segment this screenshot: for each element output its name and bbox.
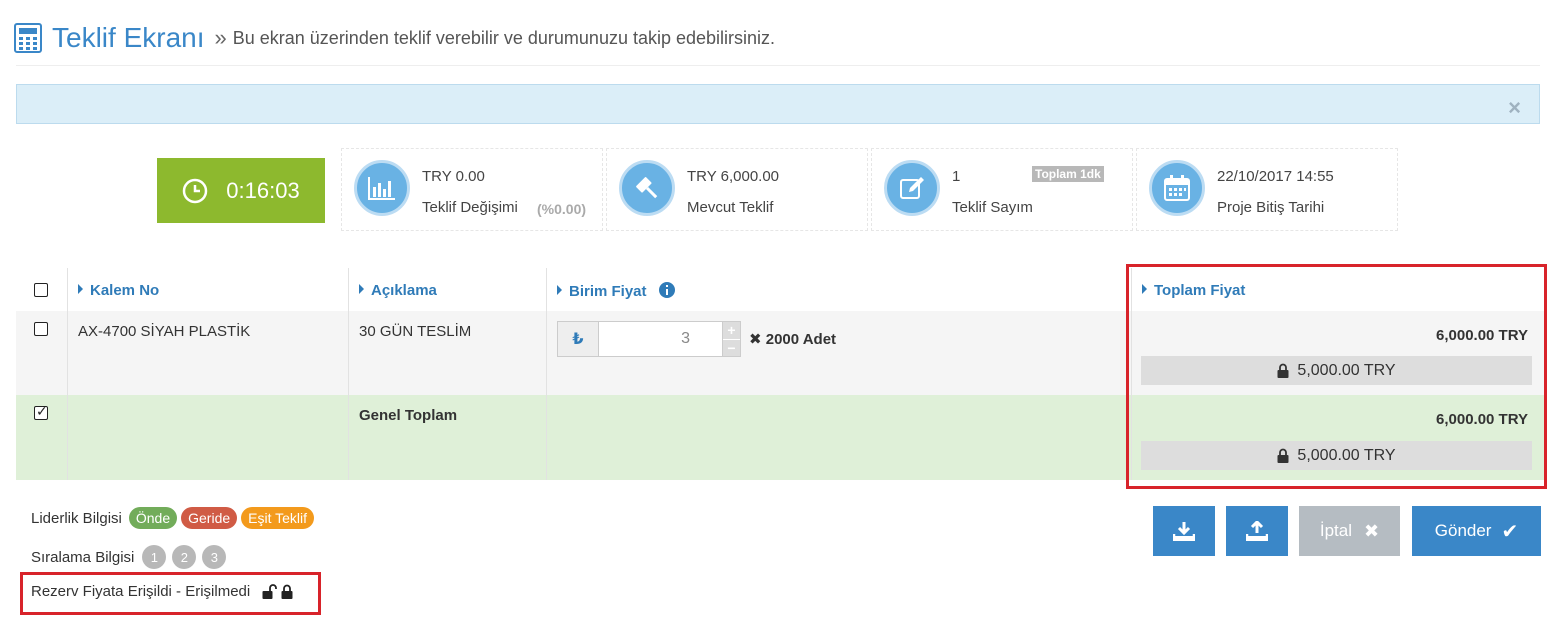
reserve-legend: Rezerv Fiyata Erişildi - Erişilmedi: [31, 583, 293, 600]
select-all-checkbox[interactable]: [34, 283, 48, 297]
timer-value: 0:16:03: [226, 177, 300, 203]
edit-icon: [884, 160, 940, 216]
countdown-timer: 0:16:03: [157, 158, 325, 223]
lira-icon: ₺: [557, 321, 599, 357]
page-header: Teklif Ekranı » Bu ekran üzerinden tekli…: [14, 18, 775, 58]
reserve-price-bar: 5,000.00 TRY: [1141, 356, 1532, 385]
stat-tag: Toplam 1dk: [1032, 166, 1104, 182]
bar-chart-icon: [354, 160, 410, 216]
lock-icon: [1277, 448, 1289, 463]
stat-value: TRY 0.00: [422, 168, 485, 185]
info-icon[interactable]: [658, 282, 675, 298]
check-icon: ✔: [1501, 520, 1519, 543]
rank-badge: 3: [202, 545, 227, 569]
stat-label: Teklif Sayım: [952, 199, 1033, 216]
unlock-icon: [262, 584, 278, 599]
row-total: 6,000.00 TRY: [1436, 327, 1528, 344]
unit-price-group: ₺ + − ✖ 2000 Adet: [557, 321, 836, 357]
cancel-button[interactable]: İptal ✖: [1299, 506, 1400, 556]
decrement-button[interactable]: −: [723, 338, 740, 356]
increment-button[interactable]: +: [723, 322, 740, 339]
stat-bid-change: TRY 0.00 Teklif Değişimi (%0.00): [341, 148, 603, 231]
ranking-legend: Sıralama Bilgisi 1 2 3: [31, 545, 227, 569]
stat-label: Teklif Değişimi: [422, 199, 518, 216]
calculator-icon: [14, 23, 42, 53]
page-subtitle: Bu ekran üzerinden teklif verebilir ve d…: [232, 27, 776, 48]
summary-label: Genel Toplam: [359, 407, 458, 424]
column-header[interactable]: Toplam Fiyat: [1142, 282, 1245, 299]
header-divider: [16, 65, 1540, 66]
grand-total: 6,000.00 TRY: [1436, 411, 1528, 428]
stat-value: TRY 6,000.00: [687, 168, 780, 185]
stat-value: 22/10/2017 14:55: [1217, 168, 1334, 185]
page-title: Teklif Ekranı: [52, 22, 205, 53]
badge-ahead: Önde: [128, 507, 178, 529]
table-row: AX-4700 SİYAH PLASTİK 30 GÜN TESLİM ₺ + …: [16, 311, 1544, 395]
unit-price-input[interactable]: [599, 321, 723, 357]
rank-badge: 1: [142, 545, 167, 569]
grand-reserve-price: 5,000.00 TRY: [1297, 446, 1396, 464]
close-icon: ✖: [1364, 520, 1380, 541]
download-icon: [1173, 522, 1195, 541]
leadership-legend: Liderlik Bilgisi Önde Geride Eşit Teklif: [31, 507, 315, 529]
clock-icon: [183, 178, 208, 203]
leadership-label: Liderlik Bilgisi: [31, 509, 122, 527]
table-header: Kalem No Açıklama Birim Fiyat Toplam Fiy…: [16, 268, 1544, 311]
download-button[interactable]: [1153, 506, 1215, 556]
upload-icon: [1246, 521, 1268, 541]
column-header[interactable]: Açıklama: [359, 282, 437, 299]
stat-percent: (%0.00): [537, 201, 587, 217]
item-description: 30 GÜN TESLİM: [359, 323, 472, 340]
close-icon[interactable]: ×: [1508, 95, 1521, 121]
stat-label: Mevcut Teklif: [687, 199, 774, 216]
item-number: AX-4700 SİYAH PLASTİK: [78, 323, 251, 340]
gavel-icon: [619, 160, 675, 216]
badge-equal: Eşit Teklif: [241, 507, 315, 529]
quantity-label: ✖ 2000 Adet: [749, 331, 837, 348]
stat-current-bid: TRY 6,000.00 Mevcut Teklif: [606, 148, 868, 231]
reserve-price: 5,000.00 TRY: [1297, 361, 1396, 379]
stat-bid-count: 1 Toplam 1dk Teklif Sayım: [871, 148, 1133, 231]
reserve-label: Rezerv Fiyata Erişildi - Erişilmedi: [31, 583, 251, 600]
reserve-price-bar: 5,000.00 TRY: [1141, 441, 1532, 470]
info-alert: ×: [16, 84, 1540, 124]
price-stepper[interactable]: + −: [723, 321, 741, 357]
ranking-label: Sıralama Bilgisi: [31, 548, 135, 566]
rank-badge: 2: [172, 545, 197, 569]
summary-row: Genel Toplam 6,000.00 TRY 5,000.00 TRY: [16, 395, 1544, 480]
submit-button[interactable]: Gönder ✔: [1412, 506, 1541, 556]
badge-behind: Geride: [181, 507, 238, 529]
calendar-icon: [1149, 160, 1205, 216]
lock-icon: [1277, 363, 1289, 378]
column-header[interactable]: Birim Fiyat: [557, 282, 675, 300]
submit-label: Gönder: [1434, 521, 1492, 540]
upload-button[interactable]: [1226, 506, 1288, 556]
stat-end-date: 22/10/2017 14:55 Proje Bitiş Tarihi: [1136, 148, 1398, 231]
title-separator: »: [214, 25, 227, 50]
lock-icon: [281, 584, 293, 599]
stat-label: Proje Bitiş Tarihi: [1217, 199, 1325, 216]
row-checkbox[interactable]: [34, 322, 48, 336]
cancel-label: İptal: [1319, 521, 1353, 540]
stat-value: 1: [952, 168, 961, 185]
summary-checkbox[interactable]: [34, 403, 48, 420]
column-header[interactable]: Kalem No: [78, 282, 159, 299]
